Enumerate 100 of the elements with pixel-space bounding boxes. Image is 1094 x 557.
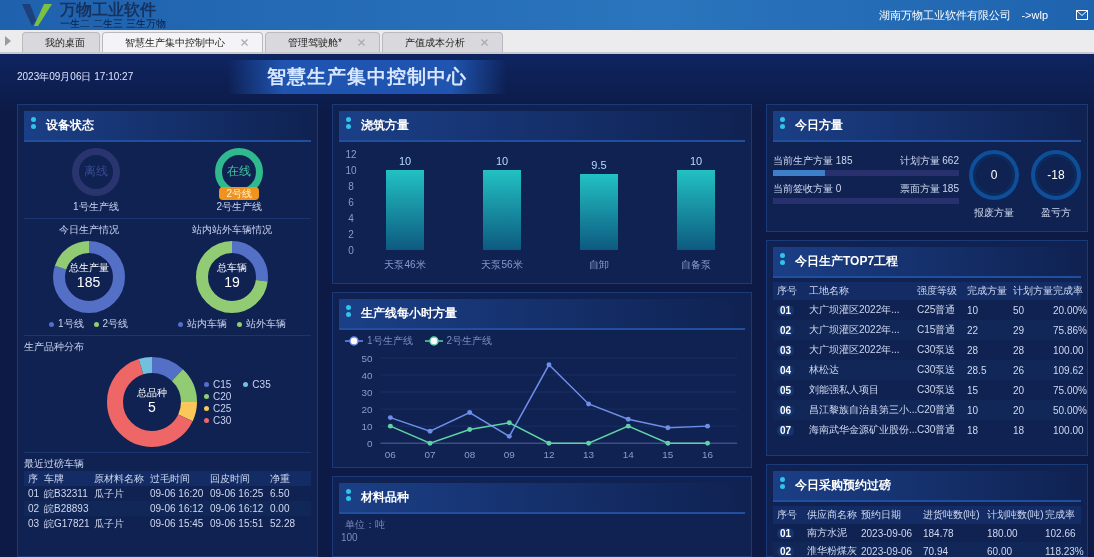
table-cell-text: 皖G17821 <box>44 516 91 531</box>
chart-title: 站内站外车辆情况 <box>192 223 273 237</box>
panel-title: 今日采购预约过磅 <box>773 471 1081 502</box>
table-cell-text: 18 <box>967 424 980 436</box>
logo-icon <box>20 2 54 28</box>
table-cell: 昌江黎族自治县第三小... <box>809 403 917 417</box>
gauge-label: 报废方量 <box>974 206 1014 220</box>
column-header: 预约日期 <box>861 508 902 522</box>
axis-tick-label: 0 <box>348 245 354 256</box>
table-cell-text: 10 <box>967 404 980 416</box>
table-cell-text: 28 <box>967 344 980 356</box>
table-cell-text: 0.00 <box>270 503 291 514</box>
unit-label: 单位：吨 <box>344 518 385 532</box>
panel-title: 浇筑方量 <box>339 111 745 142</box>
table-cell-text: 20 <box>1013 384 1026 396</box>
table-cell-text: 09-06 16:12 <box>150 503 205 514</box>
logo-text: 万物工业软件 <box>60 1 156 18</box>
table-cell: 海南武华金源矿业股份... <box>809 423 917 437</box>
panel-title: 材料品种 <box>339 483 745 514</box>
close-icon[interactable] <box>480 39 488 46</box>
legend-label: 站内车辆 <box>187 317 228 331</box>
rank-badge: 07 <box>777 424 795 436</box>
legend-label: 站外车辆 <box>246 317 287 331</box>
axis-tick-label: 30 <box>361 387 373 398</box>
status-text: 在线 <box>226 164 253 178</box>
table-cell: 118.23% <box>1045 545 1084 557</box>
column-header: 序号 <box>777 508 798 522</box>
legend-label: C25 <box>213 402 232 414</box>
legend-label: 2号生产线 <box>446 334 493 348</box>
column-header: 完成率 <box>1053 284 1083 298</box>
table-cell-text: 15 <box>967 384 980 396</box>
metric-label: 当前生产方量 185 <box>773 154 853 168</box>
axis-label: 自卸 <box>589 259 609 270</box>
table-cell-text: 70.94 <box>923 545 950 557</box>
legend-marker-icon <box>424 336 443 346</box>
table-cell-text: C30泵送 <box>917 363 957 377</box>
tab[interactable]: 产值成本分析 <box>381 32 503 52</box>
data-point <box>546 440 552 446</box>
column-header: 供应商名称 <box>807 508 858 522</box>
tab[interactable]: 智慧生产集中控制中心 <box>102 32 263 52</box>
mail-icon[interactable] <box>1076 10 1088 20</box>
table-cell-text: 瓜子片 <box>94 486 125 501</box>
data-point <box>586 401 592 407</box>
rank-badge: 05 <box>777 384 795 396</box>
chart-title: 今日生产情况 <box>58 223 119 237</box>
legend-label: 1号生产线 <box>367 334 413 348</box>
axis-tick-label: 50 <box>361 352 373 364</box>
table-cell-text: 10 <box>967 304 980 316</box>
tab[interactable]: 管理驾驶舱* <box>265 32 380 52</box>
axis-tick-label: 15 <box>662 449 674 461</box>
center-value: 5 <box>148 399 156 416</box>
center-value: 19 <box>224 274 240 291</box>
table-cell-text: 29 <box>1013 324 1026 336</box>
table-cell-text: 淮华粉煤灰 <box>807 544 858 557</box>
axis-tick-label: 0 <box>367 438 373 450</box>
user-link[interactable]: ->wlp <box>1021 9 1048 21</box>
table-cell-text: 瓜子片 <box>94 516 125 531</box>
close-icon[interactable] <box>357 39 365 46</box>
axis-label: 自备泵 <box>681 259 711 270</box>
rank-badge: 01 <box>777 527 795 539</box>
rank-badge: 02 <box>777 324 795 336</box>
table-cell-text: 28.5 <box>967 364 988 376</box>
rank-badge: 06 <box>777 404 795 416</box>
panel-title: 今日生产TOP7工程 <box>773 247 1081 278</box>
line-badge: 2号线 <box>219 187 260 200</box>
close-icon[interactable] <box>241 39 248 46</box>
axis-tick-label: 10 <box>361 421 373 433</box>
table-cell-text: 184.78 <box>923 527 955 539</box>
column-header: 计划吨数(吨) <box>987 508 1045 522</box>
table-cell: 20.00% <box>1053 304 1087 316</box>
legend-label: C30 <box>213 414 232 426</box>
panel-title: 生产线每小时方量 <box>339 299 745 330</box>
table-cell-text: 28 <box>1013 344 1026 356</box>
table-cell-text: 2023-09-06 <box>861 545 914 557</box>
rank-badge: 03 <box>777 344 795 356</box>
tab[interactable]: 我的桌面 <box>22 32 100 52</box>
rank-badge: 04 <box>777 364 795 376</box>
table-cell-text: 皖B28893 <box>44 501 90 516</box>
table-cell-text: C25普通 <box>917 303 957 317</box>
column-header: 序号 <box>777 284 798 298</box>
data-point <box>427 428 433 434</box>
table-cell: 75.00% <box>1053 384 1087 396</box>
table-cell-text: C30泵送 <box>917 343 957 357</box>
panel-title: 设备状态 <box>24 111 311 142</box>
scroll-left-icon[interactable] <box>4 36 12 46</box>
axis-label: 天泵46米 <box>384 259 426 270</box>
table-cell-text: 22 <box>967 324 980 336</box>
chart-title: 生产品种分布 <box>24 340 84 354</box>
column-header: 回皮时间 <box>210 471 251 486</box>
rank-badge: 02 <box>777 545 795 557</box>
table-cell-text: 60.00 <box>987 545 1014 557</box>
center-label: 总品种 <box>137 387 167 399</box>
legend-label: C20 <box>213 390 232 402</box>
date-time: 2023年09月06日 17:10:27 <box>17 70 134 84</box>
bar-value-label: 10 <box>495 155 509 167</box>
data-point <box>467 410 473 415</box>
table-cell-text: 大广坝灌区2022年... <box>809 343 901 357</box>
data-point <box>586 440 592 446</box>
company-name: 湖南万物工业软件有限公司 <box>879 7 1012 23</box>
table-cell-text: C15普通 <box>917 323 957 337</box>
